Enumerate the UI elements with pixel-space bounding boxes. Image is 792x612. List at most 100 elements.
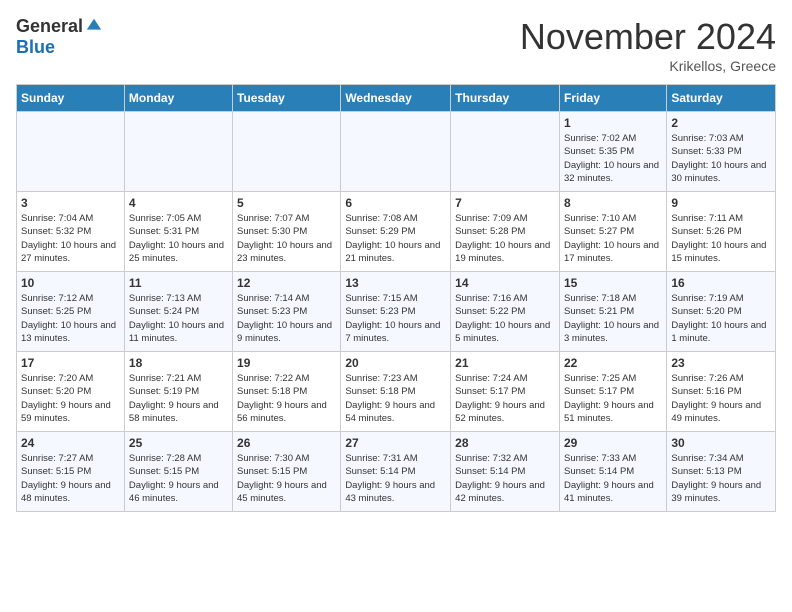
- calendar-cell: 24 Sunrise: 7:27 AM Sunset: 5:15 PM Dayli…: [17, 432, 125, 512]
- month-title: November 2024: [520, 16, 776, 58]
- day-info: Sunrise: 7:18 AM Sunset: 5:21 PM Dayligh…: [564, 292, 662, 345]
- day-header-friday: Friday: [559, 85, 666, 112]
- calendar-cell: 20 Sunrise: 7:23 AM Sunset: 5:18 PM Dayli…: [341, 352, 451, 432]
- day-info: Sunrise: 7:30 AM Sunset: 5:15 PM Dayligh…: [237, 452, 336, 505]
- day-info: Sunrise: 7:25 AM Sunset: 5:17 PM Dayligh…: [564, 372, 662, 425]
- day-header-tuesday: Tuesday: [233, 85, 341, 112]
- calendar-cell: [451, 112, 560, 192]
- calendar-cell: [124, 112, 232, 192]
- day-number: 10: [21, 276, 120, 290]
- calendar-cell: 17 Sunrise: 7:20 AM Sunset: 5:20 PM Dayli…: [17, 352, 125, 432]
- day-header-thursday: Thursday: [451, 85, 560, 112]
- calendar-cell: 4 Sunrise: 7:05 AM Sunset: 5:31 PM Daylig…: [124, 192, 232, 272]
- calendar-cell: 12 Sunrise: 7:14 AM Sunset: 5:23 PM Dayli…: [233, 272, 341, 352]
- calendar-week-row: 10 Sunrise: 7:12 AM Sunset: 5:25 PM Dayli…: [17, 272, 776, 352]
- day-number: 26: [237, 436, 336, 450]
- day-number: 13: [345, 276, 446, 290]
- day-info: Sunrise: 7:12 AM Sunset: 5:25 PM Dayligh…: [21, 292, 120, 345]
- calendar-cell: 25 Sunrise: 7:28 AM Sunset: 5:15 PM Dayli…: [124, 432, 232, 512]
- logo-blue-text: Blue: [16, 37, 55, 58]
- calendar-cell: 29Sunrise: 7:33 AM Sunset: 5:14 PM Dayli…: [559, 432, 666, 512]
- day-number: 30: [671, 436, 771, 450]
- day-info: Sunrise: 7:20 AM Sunset: 5:20 PM Dayligh…: [21, 372, 120, 425]
- day-number: 25: [129, 436, 228, 450]
- calendar-week-row: 1 Sunrise: 7:02 AM Sunset: 5:35 PM Daylig…: [17, 112, 776, 192]
- day-info: Sunrise: 7:04 AM Sunset: 5:32 PM Dayligh…: [21, 212, 120, 265]
- calendar-cell: 18 Sunrise: 7:21 AM Sunset: 5:19 PM Dayli…: [124, 352, 232, 432]
- calendar-cell: [341, 112, 451, 192]
- calendar-cell: 23 Sunrise: 7:26 AM Sunset: 5:16 PM Dayli…: [667, 352, 776, 432]
- day-info: Sunrise: 7:03 AM Sunset: 5:33 PM Dayligh…: [671, 132, 771, 185]
- day-info: Sunrise: 7:32 AM Sunset: 5:14 PM Dayligh…: [455, 452, 555, 505]
- day-number: 12: [237, 276, 336, 290]
- day-info: Sunrise: 7:19 AM Sunset: 5:20 PM Dayligh…: [671, 292, 771, 345]
- day-number: 7: [455, 196, 555, 210]
- page-header: General Blue November 2024 Krikellos, Gr…: [16, 16, 776, 74]
- calendar-cell: 11Sunrise: 7:13 AM Sunset: 5:24 PM Dayli…: [124, 272, 232, 352]
- day-number: 27: [345, 436, 446, 450]
- calendar-cell: 30 Sunrise: 7:34 AM Sunset: 5:13 PM Dayli…: [667, 432, 776, 512]
- calendar-table: SundayMondayTuesdayWednesdayThursdayFrid…: [16, 84, 776, 512]
- calendar-cell: 27 Sunrise: 7:31 AM Sunset: 5:14 PM Dayli…: [341, 432, 451, 512]
- calendar-cell: 6 Sunrise: 7:08 AM Sunset: 5:29 PM Daylig…: [341, 192, 451, 272]
- day-number: 28: [455, 436, 555, 450]
- day-info: Sunrise: 7:07 AM Sunset: 5:30 PM Dayligh…: [237, 212, 336, 265]
- day-number: 9: [671, 196, 771, 210]
- calendar-cell: 13 Sunrise: 7:15 AM Sunset: 5:23 PM Dayli…: [341, 272, 451, 352]
- day-info: Sunrise: 7:09 AM Sunset: 5:28 PM Dayligh…: [455, 212, 555, 265]
- day-number: 18: [129, 356, 228, 370]
- day-info: Sunrise: 7:16 AM Sunset: 5:22 PM Dayligh…: [455, 292, 555, 345]
- calendar-cell: [17, 112, 125, 192]
- day-number: 16: [671, 276, 771, 290]
- logo-icon: [85, 17, 103, 35]
- calendar-cell: 8 Sunrise: 7:10 AM Sunset: 5:27 PM Daylig…: [559, 192, 666, 272]
- day-info: Sunrise: 7:14 AM Sunset: 5:23 PM Dayligh…: [237, 292, 336, 345]
- day-number: 15: [564, 276, 662, 290]
- calendar-cell: 16 Sunrise: 7:19 AM Sunset: 5:20 PM Dayli…: [667, 272, 776, 352]
- calendar-cell: 15 Sunrise: 7:18 AM Sunset: 5:21 PM Dayli…: [559, 272, 666, 352]
- location: Krikellos, Greece: [520, 58, 776, 74]
- day-number: 11: [129, 276, 228, 290]
- calendar-cell: 14 Sunrise: 7:16 AM Sunset: 5:22 PM Dayli…: [451, 272, 560, 352]
- day-info: Sunrise: 7:23 AM Sunset: 5:18 PM Dayligh…: [345, 372, 446, 425]
- day-header-sunday: Sunday: [17, 85, 125, 112]
- day-info: Sunrise: 7:31 AM Sunset: 5:14 PM Dayligh…: [345, 452, 446, 505]
- day-number: 6: [345, 196, 446, 210]
- day-header-saturday: Saturday: [667, 85, 776, 112]
- day-number: 14: [455, 276, 555, 290]
- day-info: Sunrise: 7:22 AM Sunset: 5:18 PM Dayligh…: [237, 372, 336, 425]
- calendar-cell: 9 Sunrise: 7:11 AM Sunset: 5:26 PM Daylig…: [667, 192, 776, 272]
- day-number: 17: [21, 356, 120, 370]
- day-info: Sunrise: 7:05 AM Sunset: 5:31 PM Dayligh…: [129, 212, 228, 265]
- calendar-cell: 21Sunrise: 7:24 AM Sunset: 5:17 PM Dayli…: [451, 352, 560, 432]
- day-info: Sunrise: 7:02 AM Sunset: 5:35 PM Dayligh…: [564, 132, 662, 185]
- calendar-cell: 26 Sunrise: 7:30 AM Sunset: 5:15 PM Dayli…: [233, 432, 341, 512]
- calendar-cell: 19Sunrise: 7:22 AM Sunset: 5:18 PM Dayli…: [233, 352, 341, 432]
- day-number: 1: [564, 116, 662, 130]
- day-number: 8: [564, 196, 662, 210]
- day-number: 20: [345, 356, 446, 370]
- calendar-cell: 7 Sunrise: 7:09 AM Sunset: 5:28 PM Daylig…: [451, 192, 560, 272]
- day-number: 22: [564, 356, 662, 370]
- calendar-cell: [233, 112, 341, 192]
- day-number: 24: [21, 436, 120, 450]
- calendar-cell: 5Sunrise: 7:07 AM Sunset: 5:30 PM Daylig…: [233, 192, 341, 272]
- day-info: Sunrise: 7:27 AM Sunset: 5:15 PM Dayligh…: [21, 452, 120, 505]
- calendar-cell: 3Sunrise: 7:04 AM Sunset: 5:32 PM Daylig…: [17, 192, 125, 272]
- day-info: Sunrise: 7:10 AM Sunset: 5:27 PM Dayligh…: [564, 212, 662, 265]
- day-info: Sunrise: 7:15 AM Sunset: 5:23 PM Dayligh…: [345, 292, 446, 345]
- day-info: Sunrise: 7:21 AM Sunset: 5:19 PM Dayligh…: [129, 372, 228, 425]
- day-header-wednesday: Wednesday: [341, 85, 451, 112]
- day-info: Sunrise: 7:08 AM Sunset: 5:29 PM Dayligh…: [345, 212, 446, 265]
- calendar-week-row: 17 Sunrise: 7:20 AM Sunset: 5:20 PM Dayli…: [17, 352, 776, 432]
- day-info: Sunrise: 7:24 AM Sunset: 5:17 PM Dayligh…: [455, 372, 555, 425]
- calendar-week-row: 24 Sunrise: 7:27 AM Sunset: 5:15 PM Dayli…: [17, 432, 776, 512]
- calendar-cell: 22 Sunrise: 7:25 AM Sunset: 5:17 PM Dayli…: [559, 352, 666, 432]
- day-number: 23: [671, 356, 771, 370]
- day-number: 4: [129, 196, 228, 210]
- day-info: Sunrise: 7:28 AM Sunset: 5:15 PM Dayligh…: [129, 452, 228, 505]
- day-info: Sunrise: 7:33 AM Sunset: 5:14 PM Dayligh…: [564, 452, 662, 505]
- day-info: Sunrise: 7:34 AM Sunset: 5:13 PM Dayligh…: [671, 452, 771, 505]
- day-info: Sunrise: 7:11 AM Sunset: 5:26 PM Dayligh…: [671, 212, 771, 265]
- day-info: Sunrise: 7:26 AM Sunset: 5:16 PM Dayligh…: [671, 372, 771, 425]
